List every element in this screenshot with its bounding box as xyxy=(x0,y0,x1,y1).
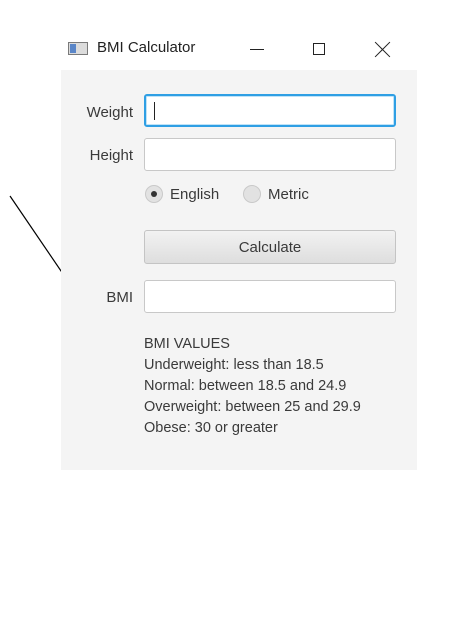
metric-radio-label: Metric xyxy=(268,185,309,203)
text-caret xyxy=(154,102,155,120)
window-title: BMI Calculator xyxy=(97,39,196,56)
bmi-values-info: BMI VALUES Underweight: less than 18.5 N… xyxy=(144,334,361,439)
radio-unselected-icon xyxy=(243,185,261,203)
close-icon xyxy=(375,41,391,57)
bmi-output-field[interactable] xyxy=(144,280,396,313)
height-input[interactable] xyxy=(144,138,396,171)
maximize-icon xyxy=(313,43,325,55)
maximize-button[interactable] xyxy=(299,34,339,64)
bmi-label: BMI xyxy=(106,289,133,306)
radio-selected-icon xyxy=(145,185,163,203)
minimize-icon xyxy=(250,48,264,50)
bmi-calculator-window: BMI Calculator Weight Height English Met… xyxy=(61,28,417,470)
metric-radio[interactable]: Metric xyxy=(243,185,309,203)
close-button[interactable] xyxy=(363,34,403,64)
weight-label: Weight xyxy=(86,104,133,121)
minimize-button[interactable] xyxy=(237,34,277,64)
english-radio-label: English xyxy=(170,185,220,203)
bmi-range-normal: Normal: between 18.5 and 24.9 xyxy=(144,378,347,394)
english-radio[interactable]: English xyxy=(145,185,219,203)
bmi-range-underweight: Underweight: less than 18.5 xyxy=(144,357,324,373)
title-bar[interactable]: BMI Calculator xyxy=(61,28,417,70)
bmi-values-heading: BMI VALUES xyxy=(144,336,230,352)
bmi-range-obese: Obese: 30 or greater xyxy=(144,420,278,436)
calculate-button[interactable]: Calculate xyxy=(144,230,396,264)
weight-input[interactable] xyxy=(144,94,396,127)
height-label: Height xyxy=(89,147,133,164)
app-icon xyxy=(68,42,88,55)
bmi-range-overweight: Overweight: between 25 and 29.9 xyxy=(144,399,361,415)
